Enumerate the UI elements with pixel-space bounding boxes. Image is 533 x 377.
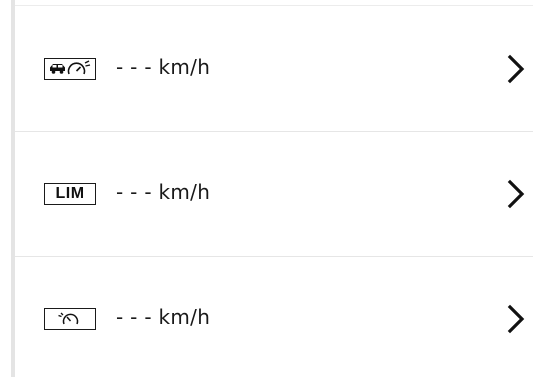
- row-divider: [15, 256, 533, 257]
- set-speed-value: - - - km/h: [116, 305, 211, 329]
- chevron-right-icon[interactable]: [507, 179, 525, 209]
- car-speedometer-icon: [44, 58, 96, 80]
- lim-label: LIM: [55, 185, 85, 202]
- chevron-right-icon[interactable]: [507, 54, 525, 84]
- list-item-cruise-control[interactable]: - - - km/h: [15, 258, 533, 377]
- set-speed-value: - - - km/h: [116, 55, 211, 79]
- speedometer-icon: [44, 308, 96, 330]
- row-divider: [15, 131, 533, 132]
- driver-assist-speed-list: - - - km/h LIM - - - km/h - - - km/h: [0, 0, 533, 377]
- lim-badge: LIM: [44, 183, 96, 205]
- chevron-right-icon[interactable]: [507, 304, 525, 334]
- list-item-adaptive-cruise[interactable]: - - - km/h: [15, 8, 533, 132]
- list-item-speed-limiter[interactable]: LIM - - - km/h: [15, 133, 533, 257]
- set-speed-value: - - - km/h: [116, 180, 211, 204]
- top-divider: [15, 5, 533, 6]
